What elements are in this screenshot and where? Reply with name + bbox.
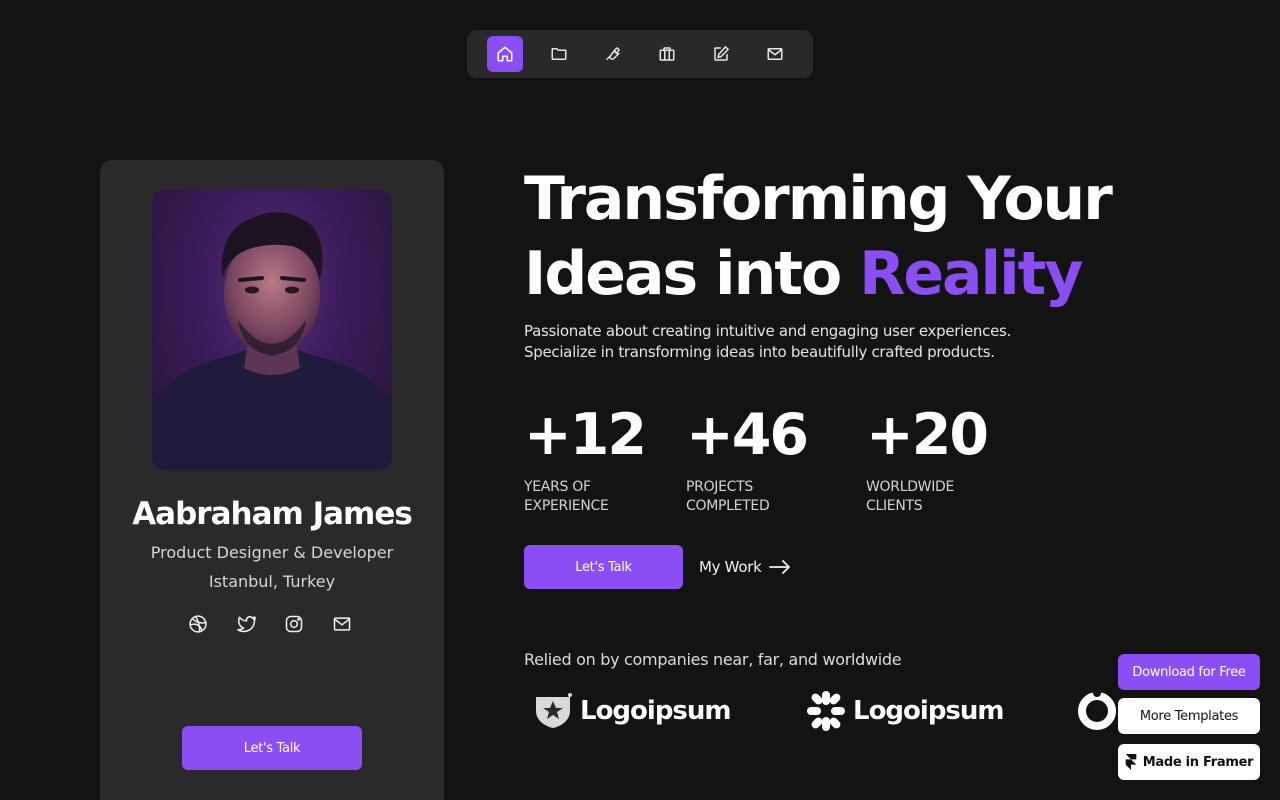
company-logo-3	[1077, 690, 1117, 732]
card-lets-talk-button[interactable]: Let's Talk	[182, 726, 362, 770]
top-nav	[467, 30, 813, 78]
company-logo-1: Logoipsum	[534, 690, 732, 732]
headline-line1: Transforming Your	[524, 164, 1113, 234]
wrench-icon	[606, 47, 620, 60]
nav-projects-button[interactable]	[541, 36, 577, 72]
stat-label: WORLDWIDE CLIENTS	[866, 478, 1006, 516]
stat-label-line1: YEARS OF	[524, 479, 591, 495]
instagram-link[interactable]	[284, 614, 304, 634]
mail-icon	[767, 48, 783, 60]
subtitle-line1: Passionate about creating intuitive and …	[524, 322, 1011, 340]
instagram-icon	[285, 615, 303, 633]
stat-label: YEARS OF EXPERIENCE	[524, 478, 664, 516]
profile-photo	[152, 190, 392, 470]
stat-clients: +20 WORLDWIDE CLIENTS	[866, 402, 1006, 516]
stat-projects: +46 PROJECTS COMPLETED	[686, 402, 826, 516]
edit-icon	[714, 46, 729, 61]
stat-label-line1: WORLDWIDE	[866, 479, 955, 495]
email-link[interactable]	[332, 614, 352, 634]
my-work-link[interactable]: My Work	[699, 556, 791, 578]
hero-headline: Transforming Your Ideas into Reality	[524, 162, 1184, 312]
company-logo-2: Logoipsum	[807, 690, 1005, 732]
download-free-button[interactable]: Download for Free	[1118, 654, 1260, 690]
twitter-link[interactable]	[236, 614, 257, 634]
companies-heading: Relied on by companies near, far, and wo…	[524, 650, 902, 669]
nav-blog-button[interactable]	[703, 36, 739, 72]
profile-card: Aabraham James Product Designer & Develo…	[100, 160, 444, 800]
subtitle-line2: Specialize in transforming ideas into be…	[524, 343, 995, 361]
briefcase-icon	[659, 47, 675, 61]
stat-label-line1: PROJECTS	[686, 479, 753, 495]
made-in-framer-badge[interactable]: Made in Framer	[1118, 744, 1260, 780]
home-icon	[497, 46, 513, 62]
ring-logo-icon	[1078, 691, 1116, 730]
portrait-illustration	[152, 212, 392, 470]
profile-location: Istanbul, Turkey	[208, 572, 336, 591]
nav-home-button[interactable]	[487, 36, 523, 72]
nav-experience-button[interactable]	[649, 36, 685, 72]
made-in-framer-label: Made in Framer	[1142, 754, 1254, 770]
stat-label-line2: EXPERIENCE	[524, 498, 609, 514]
profile-name: Aabraham James	[132, 496, 413, 532]
stat-experience: +12 YEARS OF EXPERIENCE	[524, 402, 664, 516]
headline-line2: Ideas into	[524, 239, 860, 309]
stat-label-line2: CLIENTS	[866, 498, 923, 514]
dribbble-link[interactable]	[188, 614, 208, 634]
stat-value: +12	[524, 402, 647, 468]
my-work-label: My Work	[699, 558, 762, 576]
headline-accent: Reality	[859, 239, 1083, 309]
stat-value: +46	[686, 402, 809, 468]
nav-tools-button[interactable]	[595, 36, 631, 72]
nav-contact-button[interactable]	[757, 36, 793, 72]
framer-logo-icon	[1125, 754, 1137, 770]
twitter-icon	[237, 616, 257, 633]
flower-logo-icon	[807, 691, 845, 731]
hero-subtitle: Passionate about creating intuitive and …	[524, 321, 1104, 363]
profile-role: Product Designer & Developer	[150, 543, 394, 562]
logo-wordmark: Logoipsum	[853, 696, 1005, 726]
stat-value: +20	[866, 402, 989, 468]
stat-label: PROJECTS COMPLETED	[686, 478, 826, 516]
stat-label-line2: COMPLETED	[686, 498, 770, 514]
hero-lets-talk-button[interactable]: Let's Talk	[524, 545, 683, 589]
arrow-right-icon	[769, 560, 791, 574]
mail-icon	[333, 617, 351, 631]
logo-wordmark: Logoipsum	[580, 696, 732, 726]
dribbble-icon	[189, 615, 207, 633]
more-templates-button[interactable]: More Templates	[1118, 698, 1260, 734]
folder-icon	[551, 48, 567, 60]
social-links	[188, 614, 352, 634]
shield-logo-icon	[536, 693, 572, 728]
